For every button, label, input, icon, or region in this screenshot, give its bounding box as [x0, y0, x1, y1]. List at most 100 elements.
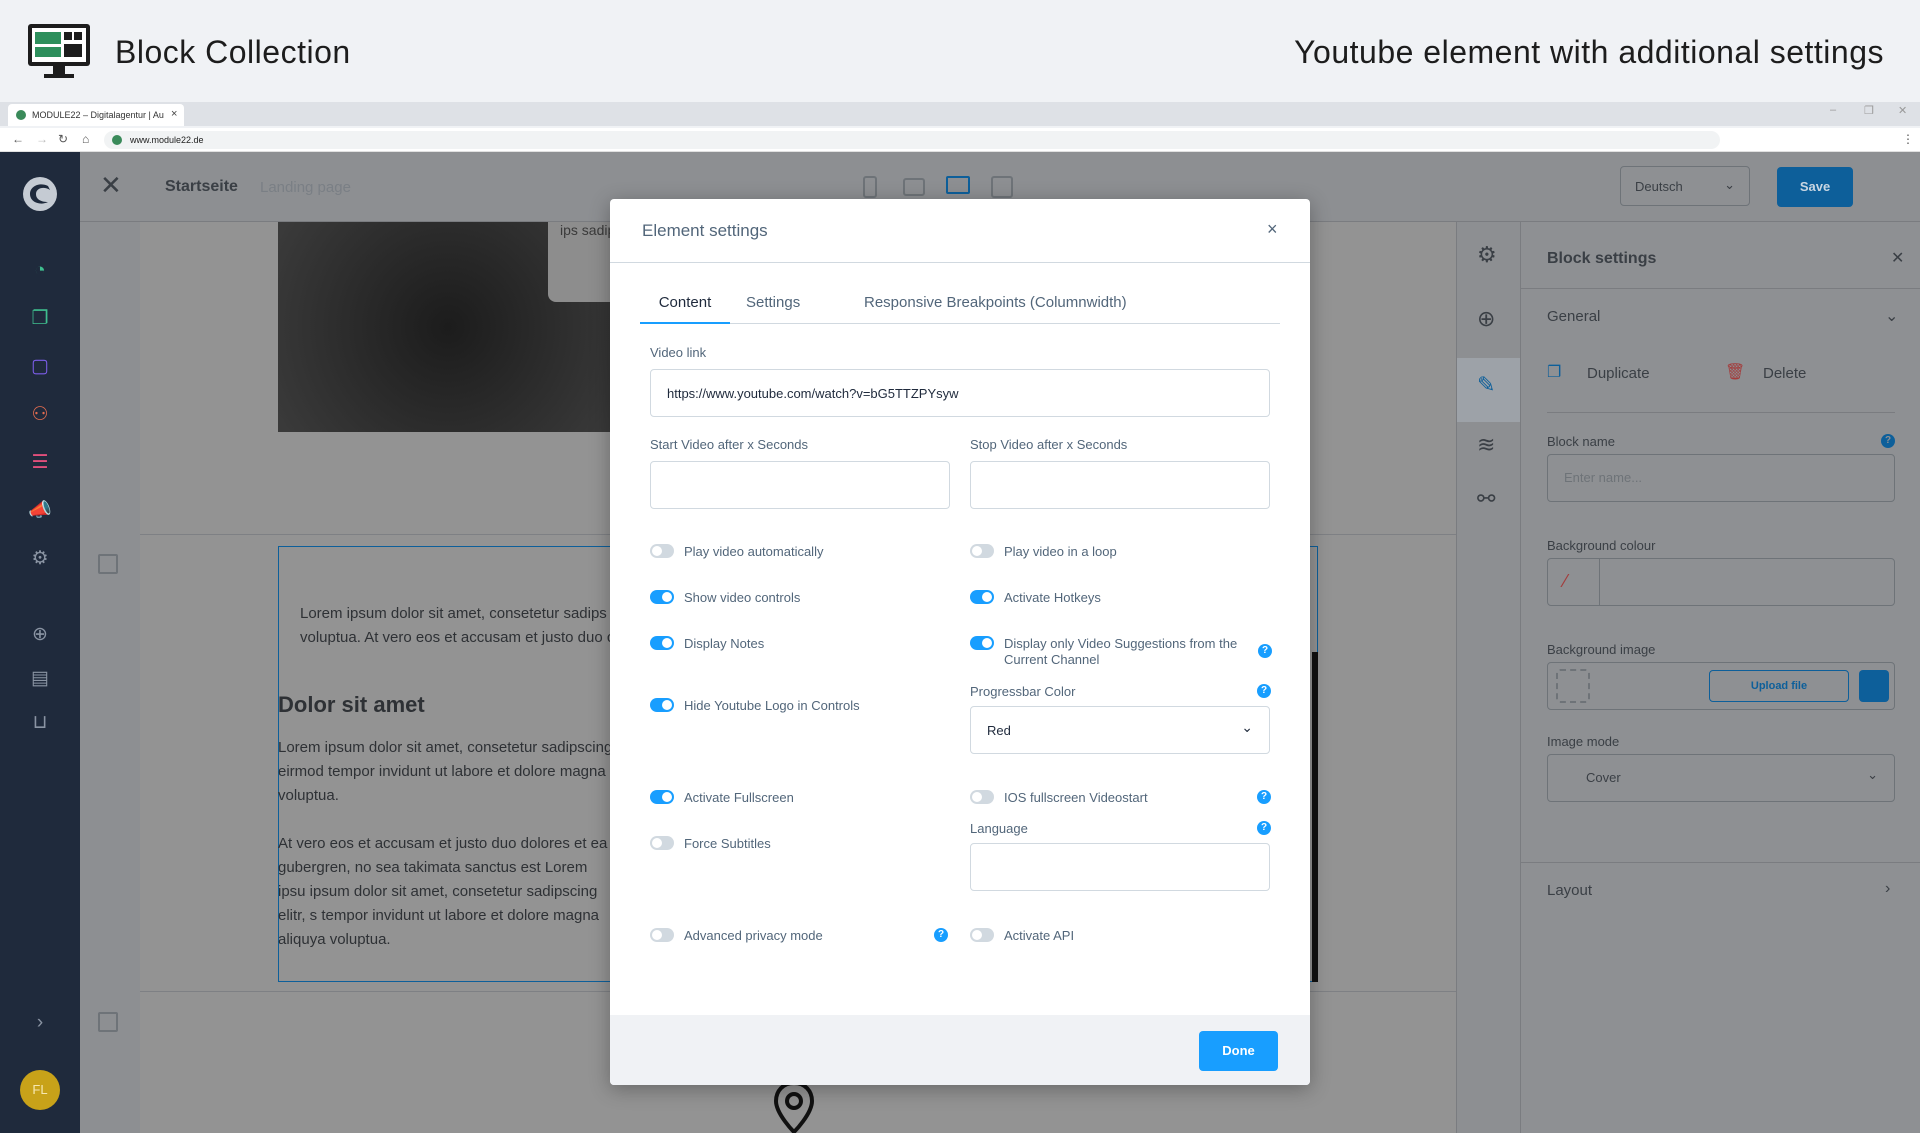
hide-logo-label: Hide Youtube Logo in Controls — [684, 698, 860, 713]
layers-icon[interactable]: ≋ — [1477, 432, 1495, 458]
back-icon[interactable]: ← — [12, 132, 24, 146]
window-close-icon[interactable]: ✕ — [1898, 104, 1907, 117]
share-icon[interactable]: ⚯ — [1477, 486, 1495, 512]
forward-icon[interactable]: → — [36, 132, 48, 146]
start-seconds-input[interactable] — [650, 461, 950, 509]
desktop-view-icon[interactable] — [946, 176, 970, 194]
admin-sidebar: ◔ ❐ ▢ ⚇ ☰ 📣 ⚙ ⊕ ▤ ⊔ › FL — [0, 152, 80, 1133]
block-settings-icon[interactable]: ✎ — [1477, 372, 1495, 398]
ios-fullscreen-toggle[interactable] — [970, 790, 994, 804]
suggestions-help-icon[interactable]: ? — [1258, 644, 1272, 658]
fullscreen-label: Activate Fullscreen — [684, 790, 794, 805]
mobile-view-icon[interactable] — [863, 176, 877, 198]
orders-icon[interactable]: ▢ — [27, 354, 53, 380]
subtitles-toggle[interactable] — [650, 836, 674, 850]
section-layout-icon[interactable] — [98, 554, 118, 574]
suggestions-toggle[interactable] — [970, 636, 994, 650]
api-toggle[interactable] — [970, 928, 994, 942]
close-panel-icon[interactable]: ✕ — [1891, 248, 1904, 268]
tab-content[interactable]: Content — [640, 288, 730, 324]
progressbar-select[interactable]: Red ⌄ — [970, 706, 1270, 754]
tab-close-icon[interactable]: × — [171, 108, 177, 120]
store-icon[interactable]: ▤ — [27, 666, 53, 692]
block-settings-title: Block settings — [1547, 250, 1657, 267]
browser-tab[interactable]: MODULE22 – Digitalagentur | Au × — [8, 104, 184, 126]
bg-colour-label: Background colour — [1547, 538, 1656, 553]
url-field[interactable]: www.module22.de — [104, 131, 1720, 149]
duplicate-icon[interactable]: ❐ — [1547, 362, 1561, 382]
browser-menu-icon[interactable]: ⋮ — [1902, 132, 1914, 146]
close-editor-icon[interactable]: ✕ — [100, 170, 122, 201]
window-minimize-icon[interactable]: – — [1830, 104, 1836, 116]
image-mode-value: Cover — [1586, 770, 1621, 785]
dashboard-icon[interactable]: ◔ — [27, 258, 53, 284]
content-icon[interactable]: ☰ — [27, 450, 53, 476]
language-input[interactable] — [970, 843, 1270, 891]
bg-colour-input[interactable]: ⁄ — [1547, 558, 1895, 606]
image-placeholder-icon — [1556, 669, 1590, 703]
language-help-icon[interactable]: ? — [1257, 821, 1271, 835]
block-name-input[interactable]: Enter name... — [1547, 454, 1895, 502]
section-layout-icon-2[interactable] — [98, 1012, 118, 1032]
collapse-icon[interactable]: › — [27, 1010, 53, 1036]
fullscreen-toggle[interactable] — [650, 790, 674, 804]
modal-header: Element settings × — [610, 199, 1310, 263]
help-icon[interactable]: ? — [1881, 434, 1895, 448]
chevron-right-icon[interactable]: › — [1885, 880, 1890, 898]
save-button[interactable]: Save — [1777, 167, 1853, 207]
list-view-icon[interactable] — [991, 176, 1013, 198]
duplicate-button[interactable]: Duplicate — [1587, 365, 1650, 382]
tab-settings[interactable]: Settings — [746, 288, 800, 324]
progressbar-value: Red — [987, 722, 1011, 738]
settings-icon[interactable]: ⚙ — [27, 546, 53, 572]
autoplay-toggle[interactable] — [650, 544, 674, 558]
tablet-view-icon[interactable] — [903, 178, 925, 196]
delete-icon[interactable]: 🗑 — [1725, 362, 1745, 382]
layout-section[interactable]: Layout — [1547, 882, 1592, 899]
modal-close-icon[interactable]: × — [1267, 219, 1278, 240]
video-link-input[interactable]: https://www.youtube.com/watch?v=bG5TTZPY… — [650, 369, 1270, 417]
reload-icon[interactable]: ↻ — [58, 132, 68, 146]
favicon-icon — [16, 110, 26, 120]
loop-toggle[interactable] — [970, 544, 994, 558]
chevron-down-icon: ⌄ — [1867, 767, 1878, 782]
language-value: Deutsch — [1635, 179, 1683, 194]
banner-title: Block Collection — [115, 34, 351, 70]
shopware-logo-icon — [23, 177, 57, 211]
general-section[interactable]: General — [1547, 308, 1600, 325]
home-icon[interactable]: ⌂ — [82, 132, 89, 146]
upload-file-button[interactable]: Upload file — [1709, 670, 1849, 702]
ios-fullscreen-help-icon[interactable]: ? — [1257, 790, 1271, 804]
notes-toggle[interactable] — [650, 636, 674, 650]
image-mode-select[interactable]: Cover ⌄ — [1547, 754, 1895, 802]
customers-icon[interactable]: ⚇ — [27, 402, 53, 428]
progressbar-help-icon[interactable]: ? — [1257, 684, 1271, 698]
api-label: Activate API — [1004, 928, 1075, 943]
privacy-toggle[interactable] — [650, 928, 674, 942]
hotkeys-toggle[interactable] — [970, 590, 994, 604]
done-button[interactable]: Done — [1199, 1031, 1278, 1071]
marketing-icon[interactable]: 📣 — [27, 498, 53, 524]
map-pin-icon — [773, 1080, 815, 1133]
tab-responsive-breakpoints[interactable]: Responsive Breakpoints (Columnwidth) — [864, 288, 1127, 324]
controls-toggle[interactable] — [650, 590, 674, 604]
stop-seconds-input[interactable] — [970, 461, 1270, 509]
privacy-help-icon[interactable]: ? — [934, 928, 948, 942]
block-paragraph-2: Lorem ipsum dolor sit amet, consetetur s… — [278, 739, 613, 804]
media-library-icon[interactable] — [1859, 670, 1889, 702]
hide-logo-toggle[interactable] — [650, 698, 674, 712]
add-extension-icon[interactable]: ⊕ — [27, 622, 53, 648]
catalog-icon[interactable]: ❐ — [27, 306, 53, 332]
language-select[interactable]: Deutsch ⌄ — [1620, 166, 1750, 206]
banner: Block Collection Youtube element with ad… — [0, 0, 1920, 102]
chevron-down-icon[interactable]: ⌄ — [1885, 306, 1898, 326]
add-block-icon[interactable]: ⊕ — [1477, 306, 1495, 332]
window-restore-icon[interactable]: ❐ — [1864, 104, 1874, 117]
delete-button[interactable]: Delete — [1763, 365, 1806, 382]
ios-fullscreen-label: IOS fullscreen Videostart — [1004, 790, 1148, 805]
page-settings-icon[interactable]: ⚙ — [1477, 242, 1497, 268]
controls-label: Show video controls — [684, 590, 801, 605]
basket-icon[interactable]: ⊔ — [27, 710, 53, 736]
avatar[interactable]: FL — [20, 1070, 60, 1110]
progressbar-label: Progressbar Color — [970, 684, 1076, 699]
